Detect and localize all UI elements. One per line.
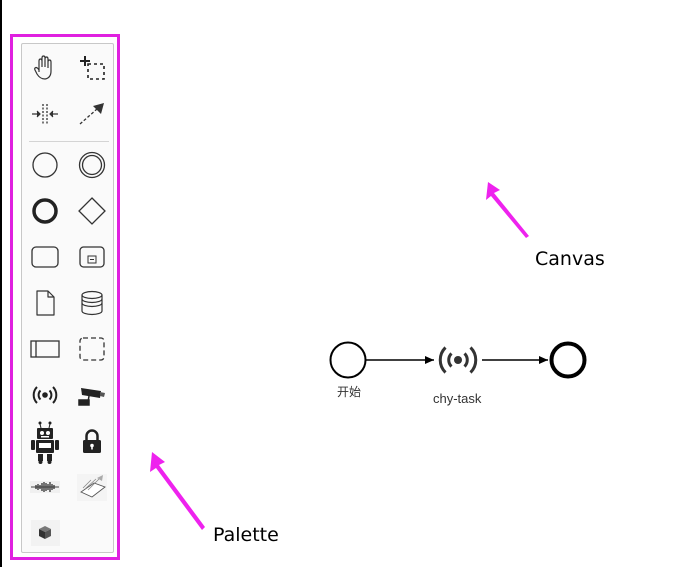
create-pool[interactable] xyxy=(28,332,62,366)
create-intermediate-event[interactable] xyxy=(75,148,109,182)
start-event-label: 开始 xyxy=(337,385,362,399)
broadcast-task-node[interactable] xyxy=(435,342,481,378)
waveform-icon xyxy=(30,481,60,493)
security-camera-icon xyxy=(78,388,105,406)
broadcast-icon xyxy=(32,386,58,404)
robot-icon xyxy=(31,421,59,464)
connect-arrow-icon xyxy=(79,103,104,125)
create-subprocess[interactable] xyxy=(75,240,109,274)
palette-callout-label: Palette xyxy=(213,524,279,546)
package-box-icon xyxy=(31,520,60,546)
space-tool[interactable] xyxy=(28,97,62,131)
palette-separator xyxy=(29,141,109,142)
lasso-tool[interactable] xyxy=(75,51,109,85)
task-rounded-rect-icon xyxy=(31,246,59,268)
create-camera-task[interactable] xyxy=(75,378,109,412)
hand-icon xyxy=(34,55,52,80)
subprocess-icon xyxy=(79,246,105,268)
create-data-object[interactable] xyxy=(28,286,62,320)
canvas-callout-label: Canvas xyxy=(535,248,605,270)
create-start-event[interactable] xyxy=(28,148,62,182)
create-lock-task[interactable] xyxy=(75,424,109,458)
end-event-shape xyxy=(549,341,587,379)
start-event-circle-icon xyxy=(32,152,58,178)
palette-callout-arrow xyxy=(150,452,205,530)
create-scanner-task[interactable] xyxy=(75,470,109,504)
data-store-icon xyxy=(81,290,103,316)
padlock-icon xyxy=(83,429,101,453)
canvas-callout-arrow xyxy=(486,182,529,238)
data-object-icon xyxy=(36,290,55,316)
create-package-task[interactable] xyxy=(28,515,62,549)
pool-participant-icon xyxy=(30,340,60,358)
create-group[interactable] xyxy=(75,332,109,366)
create-data-store[interactable] xyxy=(75,286,109,320)
global-connect-tool[interactable] xyxy=(75,97,109,131)
task-label: chy-task xyxy=(433,391,482,406)
lasso-select-icon xyxy=(80,56,105,80)
group-dashed-icon xyxy=(79,337,105,361)
gateway-diamond-icon xyxy=(78,197,106,225)
create-broadcast-task[interactable] xyxy=(28,378,62,412)
broadcast-icon xyxy=(438,346,478,374)
create-end-event[interactable] xyxy=(28,194,62,228)
create-task[interactable] xyxy=(28,240,62,274)
start-event-shape xyxy=(329,341,367,379)
create-robot-task[interactable] xyxy=(28,420,62,464)
create-gateway[interactable] xyxy=(75,194,109,228)
end-event-node[interactable] xyxy=(549,341,587,379)
scanner-icon xyxy=(77,474,107,501)
intermediate-event-double-circle-icon xyxy=(78,151,106,179)
start-event-node[interactable] xyxy=(329,341,367,379)
space-tool-icon xyxy=(32,104,58,124)
left-edge-divider xyxy=(0,0,2,567)
hand-tool[interactable] xyxy=(28,51,62,85)
end-event-thick-circle-icon xyxy=(32,198,58,224)
create-audio-task[interactable] xyxy=(28,470,62,504)
